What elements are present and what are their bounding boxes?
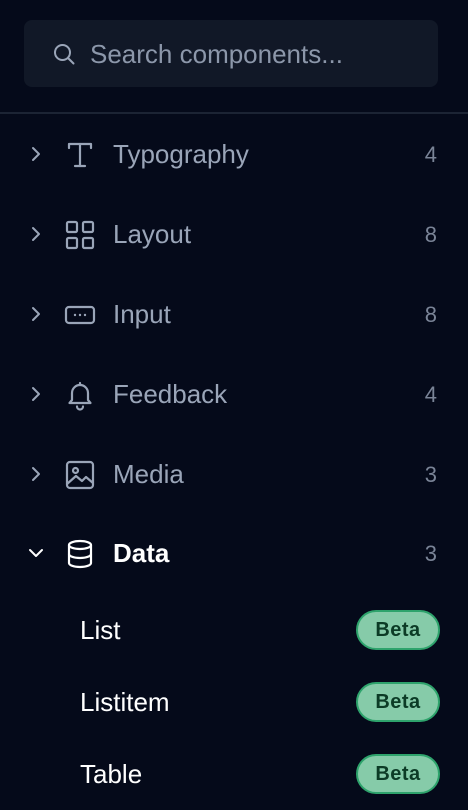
category-media[interactable]: Media 3 (0, 445, 468, 505)
database-icon (64, 538, 96, 570)
category-label: Media (113, 459, 184, 489)
status-badge: Beta (356, 682, 440, 722)
category-label: Layout (113, 219, 192, 249)
category-input[interactable]: Input 8 (0, 285, 468, 345)
list-item-label: Listitem (80, 687, 170, 717)
category-count: 4 (424, 142, 437, 167)
divider (0, 112, 468, 114)
category-count: 8 (424, 222, 437, 247)
image-icon (64, 459, 96, 491)
chevron-right-icon[interactable] (27, 465, 45, 483)
category-label: Input (113, 299, 171, 329)
list-item-label: Table (80, 759, 143, 789)
category-label: Data (113, 538, 170, 568)
search-input[interactable] (90, 37, 410, 71)
list-item-listitem[interactable]: Listitem Beta (0, 672, 468, 732)
status-badge: Beta (356, 754, 440, 794)
input-field-icon (64, 299, 96, 331)
chevron-right-icon[interactable] (27, 145, 45, 163)
chevron-down-icon[interactable] (27, 544, 45, 562)
chevron-right-icon[interactable] (27, 225, 45, 243)
bell-icon (64, 379, 96, 411)
chevron-right-icon[interactable] (27, 305, 45, 323)
list-item-label: List (80, 615, 121, 645)
grid-icon (64, 219, 96, 251)
category-data[interactable]: Data 3 (0, 524, 468, 584)
category-layout[interactable]: Layout 8 (0, 205, 468, 265)
search-icon (52, 42, 76, 66)
chevron-right-icon[interactable] (27, 385, 45, 403)
category-count: 4 (424, 382, 437, 407)
list-item-table[interactable]: Table Beta (0, 744, 468, 804)
category-feedback[interactable]: Feedback 4 (0, 365, 468, 425)
category-count: 3 (424, 541, 437, 566)
category-label: Feedback (113, 379, 228, 409)
category-count: 3 (424, 462, 437, 487)
category-label: Typography (113, 139, 249, 169)
status-badge: Beta (356, 610, 440, 650)
category-count: 8 (424, 302, 437, 327)
type-icon (64, 139, 96, 171)
list-item-list[interactable]: List Beta (0, 600, 468, 660)
category-typography[interactable]: Typography 4 (0, 125, 468, 185)
